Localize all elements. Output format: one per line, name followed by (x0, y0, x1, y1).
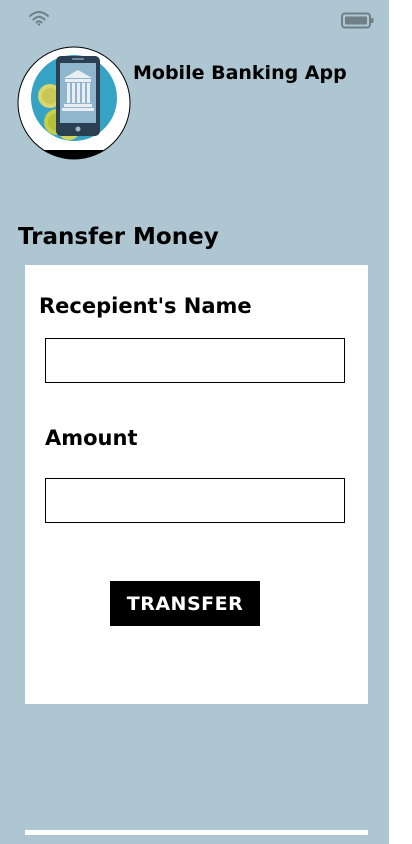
bank-phone-logo-icon (17, 46, 131, 160)
recipient-name-input[interactable] (45, 338, 345, 383)
home-indicator (25, 830, 368, 835)
app-title: Mobile Banking App (133, 62, 347, 84)
recipient-name-label: Recepient's Name (39, 294, 252, 318)
transfer-form-card: Recepient's Name Amount TRANSFER (25, 265, 368, 704)
transfer-button[interactable]: TRANSFER (110, 581, 260, 626)
amount-label: Amount (45, 426, 138, 450)
page-title: Transfer Money (18, 224, 219, 250)
wifi-icon (29, 11, 49, 26)
amount-input[interactable] (45, 478, 345, 523)
app-screen: Mobile Banking App Transfer Money Recepi… (0, 0, 389, 844)
battery-icon (341, 12, 374, 29)
